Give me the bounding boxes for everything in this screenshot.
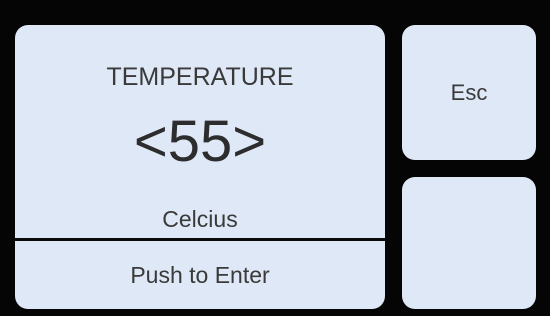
esc-button[interactable]: Esc xyxy=(402,25,536,160)
temperature-unit: Celcius xyxy=(162,206,238,232)
esc-button-label: Esc xyxy=(450,79,488,105)
temperature-value[interactable]: <55> xyxy=(15,111,385,173)
blank-button[interactable] xyxy=(402,177,536,309)
push-to-enter-button[interactable]: Push to Enter xyxy=(15,241,385,309)
temperature-panel: TEMPERATURE <55> Celcius Push to Enter xyxy=(15,25,385,309)
setting-title: TEMPERATURE xyxy=(106,63,294,91)
device-screen: TEMPERATURE <55> Celcius Push to Enter E… xyxy=(0,0,550,316)
